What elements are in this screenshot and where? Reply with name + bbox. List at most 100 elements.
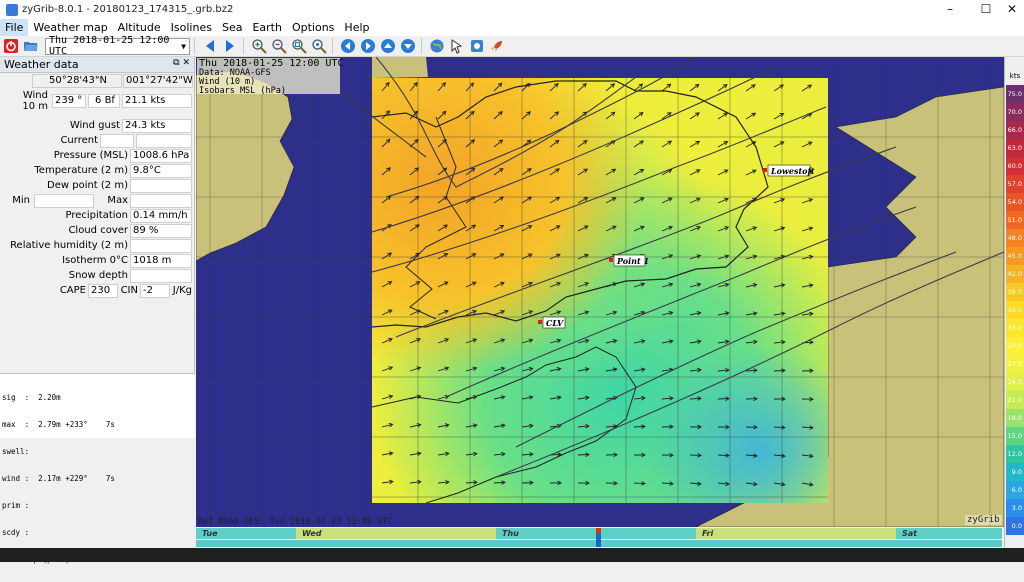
rocket-icon[interactable] bbox=[488, 37, 506, 55]
temperature-value: 9.8°C bbox=[130, 164, 192, 178]
menu-options[interactable]: Options bbox=[287, 19, 339, 36]
toolbar-separator bbox=[243, 38, 244, 54]
pan-up-icon[interactable] bbox=[379, 37, 397, 55]
menu-file[interactable]: File bbox=[0, 19, 29, 36]
scale-unit: kts bbox=[1009, 72, 1021, 80]
timeline-cursor-marker bbox=[596, 528, 601, 534]
wind-speed-value: 21.1 kts bbox=[122, 94, 192, 108]
humidity-label: Relative humidity (2 m) bbox=[10, 240, 128, 251]
land-scotland bbox=[372, 57, 428, 78]
date-select-value: Thu 2018-01-25 12:00 UTC bbox=[49, 35, 170, 57]
scale-band: 18.0 bbox=[1006, 409, 1024, 427]
current-label: Current bbox=[60, 135, 98, 146]
open-folder-icon[interactable] bbox=[22, 37, 40, 55]
toolbar: Thu 2018-01-25 12:00 UTC ▼ bbox=[0, 35, 1024, 57]
scale-band: 39.0 bbox=[1006, 283, 1024, 301]
scale-band: 3.0 bbox=[1006, 499, 1024, 517]
min-temp-value bbox=[34, 194, 94, 208]
close-button[interactable]: ✕ bbox=[1000, 0, 1024, 19]
scale-band: 0.0 bbox=[1006, 517, 1024, 535]
reference-date: Ref NOAA-GFS: Tue 2018-01-23 12:00 UTC bbox=[198, 517, 393, 527]
place-label: CLV bbox=[546, 318, 564, 328]
cloud-cover-label: Cloud cover bbox=[68, 225, 128, 236]
scale-band: 12.0 bbox=[1006, 445, 1024, 463]
window-title: zyGrib-8.0.1 - 20180123_174315_.grb.bz2 bbox=[22, 4, 234, 15]
timeline-day[interactable]: Tue bbox=[196, 528, 296, 539]
select-icon[interactable] bbox=[448, 37, 466, 55]
cin-label: CIN bbox=[120, 285, 138, 296]
pressure-value: 1008.6 hPa bbox=[130, 149, 192, 163]
timeline-day[interactable]: Fri bbox=[696, 528, 896, 539]
metar-icon[interactable] bbox=[468, 37, 486, 55]
timeline-day[interactable]: Wed bbox=[296, 528, 496, 539]
scale-band: 6.0 bbox=[1006, 481, 1024, 499]
cape-value: 230 bbox=[88, 284, 118, 298]
wind-field bbox=[372, 78, 828, 503]
wind-direction-value: 239 ° bbox=[52, 94, 86, 108]
menu-earth[interactable]: Earth bbox=[247, 19, 287, 36]
snow-depth-label: Snow depth bbox=[68, 270, 128, 281]
scale-band: 54.0 bbox=[1006, 193, 1024, 211]
menu-altitude[interactable]: Altitude bbox=[113, 19, 166, 36]
pan-left-icon[interactable] bbox=[339, 37, 357, 55]
scale-band: 48.0 bbox=[1006, 229, 1024, 247]
menu-help[interactable]: Help bbox=[339, 19, 374, 36]
pan-down-icon[interactable] bbox=[399, 37, 417, 55]
scale-band: 45.0 bbox=[1006, 247, 1024, 265]
zoom-fit-icon[interactable] bbox=[310, 37, 328, 55]
scale-band: 24.0 bbox=[1006, 373, 1024, 391]
toolbar-separator bbox=[194, 38, 195, 54]
toolbar-separator bbox=[332, 38, 333, 54]
menu-sea[interactable]: Sea bbox=[217, 19, 248, 36]
menu-weather-map[interactable]: Weather map bbox=[28, 19, 112, 36]
temperature-label: Temperature (2 m) bbox=[34, 165, 128, 176]
place-point-1[interactable]: Point 1 bbox=[609, 254, 649, 267]
isotherm-value: 1018 m bbox=[130, 254, 192, 268]
date-select[interactable]: Thu 2018-01-25 12:00 UTC ▼ bbox=[45, 35, 190, 57]
place-label: Point 1 bbox=[616, 256, 649, 266]
prev-icon[interactable] bbox=[201, 37, 219, 55]
globe-icon[interactable] bbox=[428, 37, 446, 55]
wind-label: Wind bbox=[22, 90, 48, 101]
toolbar-separator bbox=[421, 38, 422, 54]
title-bar: zyGrib-8.0.1 - 20180123_174315_.grb.bz2 … bbox=[0, 0, 1024, 19]
timeline-slider[interactable]: Tue Wed Thu Fri Sat bbox=[196, 528, 1004, 548]
wind-beaufort-value: 6 Bf bbox=[88, 94, 120, 108]
current-value bbox=[100, 134, 134, 148]
scale-band: 66.0 bbox=[1006, 121, 1024, 139]
menu-isolines[interactable]: Isolines bbox=[166, 19, 217, 36]
cloud-cover-value: 89 % bbox=[130, 224, 192, 238]
scale-band: 63.0 bbox=[1006, 139, 1024, 157]
zoom-in-icon[interactable] bbox=[250, 37, 268, 55]
snow-depth-value bbox=[130, 269, 192, 283]
zoom-out-icon[interactable] bbox=[270, 37, 288, 55]
weather-data-title: Weather data bbox=[4, 58, 79, 71]
scale-band: 30.0 bbox=[1006, 337, 1024, 355]
sea-line: prim : bbox=[2, 501, 30, 510]
zoom-selection-icon[interactable] bbox=[290, 37, 308, 55]
weather-map[interactable]: Lowestoft Point 1 CLV bbox=[196, 57, 1004, 527]
power-icon[interactable] bbox=[2, 37, 20, 55]
app-icon bbox=[6, 3, 18, 16]
weather-data-header: Weather data ⧉ ✕ bbox=[0, 57, 194, 73]
zygrib-brand: zyGrib bbox=[965, 515, 1002, 525]
cape-label: CAPE bbox=[59, 285, 86, 296]
sea-line: scdy : bbox=[2, 528, 30, 537]
menu-bar: File Weather map Altitude Isolines Sea E… bbox=[0, 19, 1024, 36]
wind-gust-label: Wind gust bbox=[69, 120, 120, 131]
longitude-value: 001°27'42"W bbox=[123, 74, 193, 88]
timeline-day[interactable]: Sat bbox=[896, 528, 1002, 539]
scale-band: 21.0 bbox=[1006, 391, 1024, 409]
map-info-isobars: Isobars MSL (hPa) bbox=[199, 86, 286, 96]
pan-right-icon[interactable] bbox=[359, 37, 377, 55]
scale-band: 33.0 bbox=[1006, 319, 1024, 337]
latitude-value: 50°28'43"N bbox=[32, 74, 122, 88]
wind-height-label: 10 m bbox=[22, 101, 48, 112]
next-icon[interactable] bbox=[221, 37, 239, 55]
cape-unit-label: J/Kg bbox=[172, 285, 192, 296]
humidity-value bbox=[130, 239, 192, 253]
panel-float-close-icons[interactable]: ⧉ ✕ bbox=[173, 58, 190, 68]
minimize-button[interactable]: – bbox=[930, 0, 970, 19]
place-lowestoft[interactable]: Lowestoft bbox=[763, 164, 815, 177]
scale-band: 60.0 bbox=[1006, 157, 1024, 175]
